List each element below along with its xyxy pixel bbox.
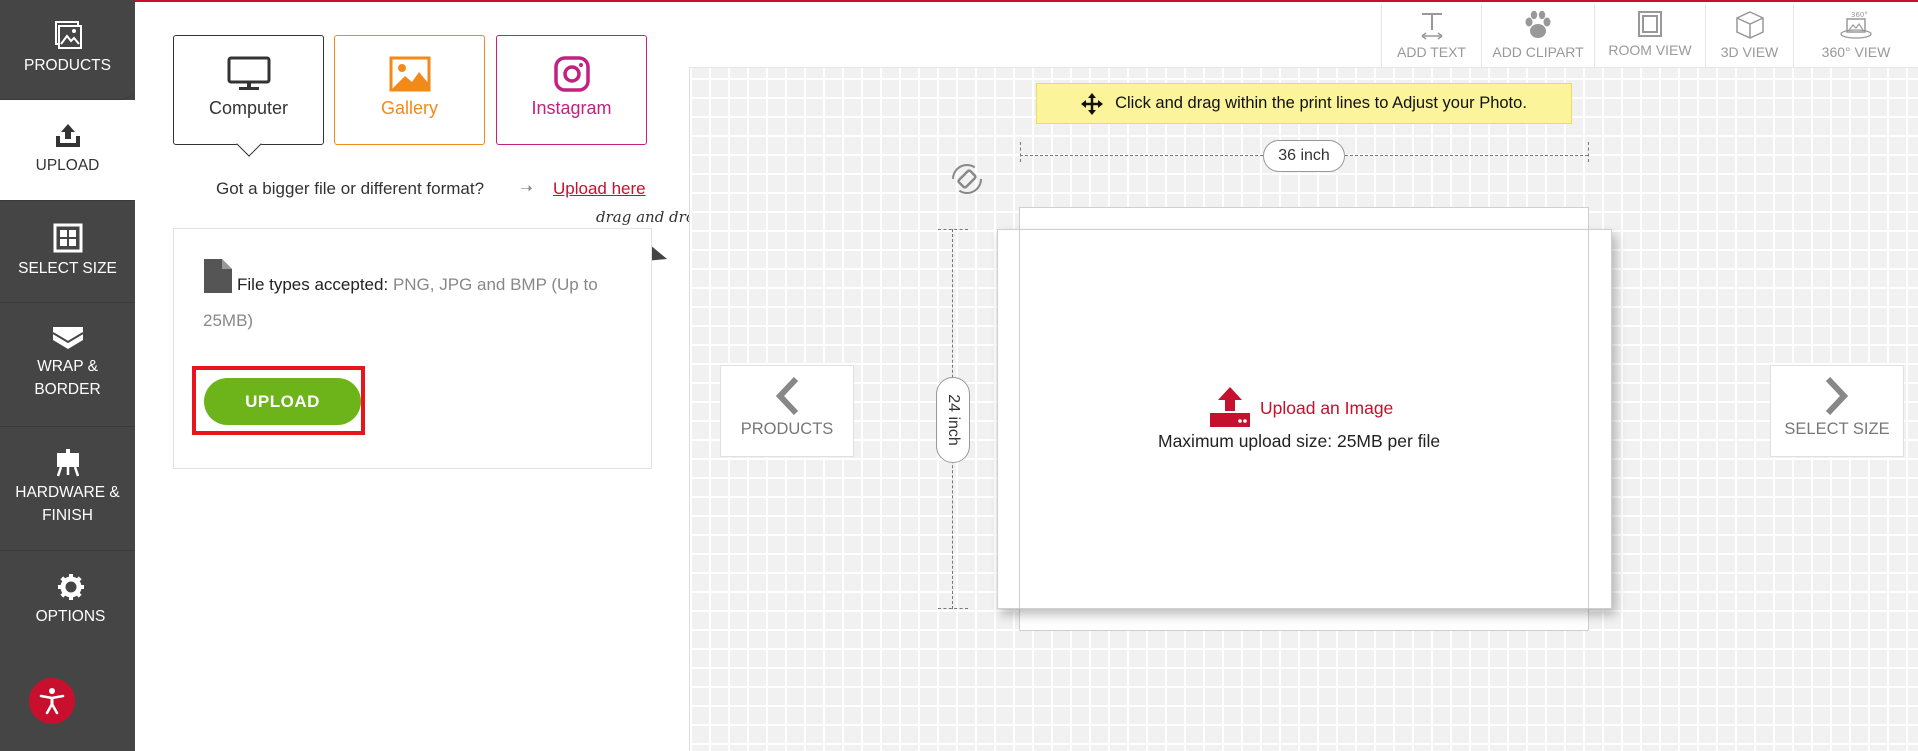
tool-label: ADD CLIPART bbox=[1492, 44, 1584, 60]
nav-label: OPTIONS bbox=[35, 608, 106, 625]
height-dimension-tick bbox=[938, 229, 968, 230]
next-label: SELECT SIZE bbox=[1784, 420, 1890, 438]
upload-image-label: Upload an Image bbox=[1260, 397, 1394, 418]
cube-icon bbox=[1735, 11, 1764, 39]
file-types-text: File types accepted: PNG, JPG and BMP (U… bbox=[203, 267, 623, 339]
nav-item-wrap-border[interactable]: WRAP & BORDER bbox=[0, 303, 135, 427]
height-dimension-tick bbox=[938, 608, 968, 609]
file-types-label: File types accepted: bbox=[237, 275, 389, 294]
add-clipart-button[interactable]: ADD CLIPART bbox=[1481, 4, 1594, 68]
tab-label: Computer bbox=[208, 98, 289, 118]
gear-icon bbox=[58, 574, 84, 600]
top-toolbar: ADD TEXT ADD CLIPART ROOM VIEW 3D VIEW 3… bbox=[689, 2, 1918, 68]
frame-icon bbox=[1638, 11, 1662, 37]
upload-image-link[interactable]: Upload an Image bbox=[1208, 387, 1393, 427]
tab-gallery[interactable]: Gallery bbox=[334, 35, 485, 145]
paw-icon bbox=[1525, 10, 1551, 38]
nav-item-select-size[interactable]: SELECT SIZE bbox=[0, 201, 135, 303]
nav-label: SELECT SIZE bbox=[18, 260, 117, 277]
tab-label: Instagram bbox=[531, 98, 612, 118]
gallery-icon bbox=[389, 56, 430, 92]
bigger-file-text: Got a bigger file or different format? bbox=[216, 179, 485, 198]
height-dimension-label: 24 inch bbox=[936, 377, 970, 463]
nav-label-2: BORDER bbox=[34, 381, 101, 398]
rotate-360-icon: 360° bbox=[1840, 11, 1872, 39]
tool-label: 360° VIEW bbox=[1821, 44, 1891, 60]
upload-image-icon bbox=[1210, 387, 1250, 427]
left-navigation: PRODUCTS UPLOAD SELECT SIZE WRAP & BORDE… bbox=[0, 0, 135, 751]
rotate-orientation-icon[interactable] bbox=[950, 162, 984, 196]
hint-text: Click and drag within the print lines to… bbox=[1115, 94, 1527, 112]
next-step-select-size[interactable]: SELECT SIZE bbox=[1770, 365, 1904, 457]
max-upload-text: Maximum upload size: 25MB per file bbox=[1158, 431, 1441, 451]
prev-step-products[interactable]: PRODUCTS bbox=[720, 365, 854, 457]
nav-item-options[interactable]: OPTIONS bbox=[0, 551, 135, 651]
upload-button[interactable]: UPLOAD bbox=[204, 378, 361, 425]
svg-text:360°: 360° bbox=[1851, 11, 1868, 19]
text-icon bbox=[1421, 13, 1442, 40]
tool-label: 3D VIEW bbox=[1720, 44, 1779, 60]
move-icon bbox=[1081, 92, 1104, 115]
add-text-button[interactable]: ADD TEXT bbox=[1381, 4, 1481, 68]
file-upload-box: File types accepted: PNG, JPG and BMP (U… bbox=[173, 228, 652, 469]
tool-label: ROOM VIEW bbox=[1608, 42, 1692, 58]
tab-label: Gallery bbox=[380, 98, 438, 118]
image-frame-icon bbox=[54, 21, 82, 49]
tab-computer[interactable]: Computer bbox=[173, 35, 324, 145]
instagram-icon bbox=[553, 56, 590, 92]
arrow-right-icon: ➝ bbox=[520, 180, 533, 197]
grid-icon bbox=[53, 223, 82, 253]
width-dimension-tick bbox=[1020, 142, 1021, 162]
accessibility-icon bbox=[39, 688, 65, 715]
adjust-photo-hint: Click and drag within the print lines to… bbox=[1036, 83, 1572, 124]
nav-label-2: FINISH bbox=[42, 507, 93, 524]
width-dimension-label: 36 inch bbox=[1263, 140, 1345, 172]
monitor-icon bbox=[227, 56, 270, 90]
nav-item-upload[interactable]: UPLOAD bbox=[0, 100, 135, 201]
tab-instagram[interactable]: Instagram bbox=[496, 35, 647, 145]
nav-label: UPLOAD bbox=[35, 157, 100, 174]
easel-icon bbox=[56, 449, 79, 477]
upload-here-link[interactable]: Upload here bbox=[553, 179, 646, 199]
wrap-icon bbox=[51, 327, 84, 349]
tool-label: ADD TEXT bbox=[1397, 44, 1466, 60]
width-dimension-tick bbox=[1588, 142, 1589, 162]
nav-label: PRODUCTS bbox=[24, 57, 111, 74]
prev-label: PRODUCTS bbox=[740, 420, 834, 438]
upload-tray-icon bbox=[55, 124, 80, 147]
360-view-button[interactable]: 360° 360° VIEW bbox=[1793, 4, 1918, 68]
chevron-left-icon bbox=[775, 376, 799, 416]
height-dimension-text: 24 inch bbox=[945, 394, 962, 446]
nav-item-products[interactable]: PRODUCTS bbox=[0, 0, 135, 100]
chevron-right-icon bbox=[1825, 376, 1849, 416]
room-view-button[interactable]: ROOM VIEW bbox=[1594, 4, 1705, 68]
nav-label: WRAP & bbox=[37, 358, 98, 375]
accessibility-button[interactable] bbox=[29, 678, 75, 724]
nav-item-hardware-finish[interactable]: HARDWARE & FINISH bbox=[0, 427, 135, 551]
3d-view-button[interactable]: 3D VIEW bbox=[1705, 4, 1793, 68]
nav-label: HARDWARE & bbox=[15, 484, 120, 501]
